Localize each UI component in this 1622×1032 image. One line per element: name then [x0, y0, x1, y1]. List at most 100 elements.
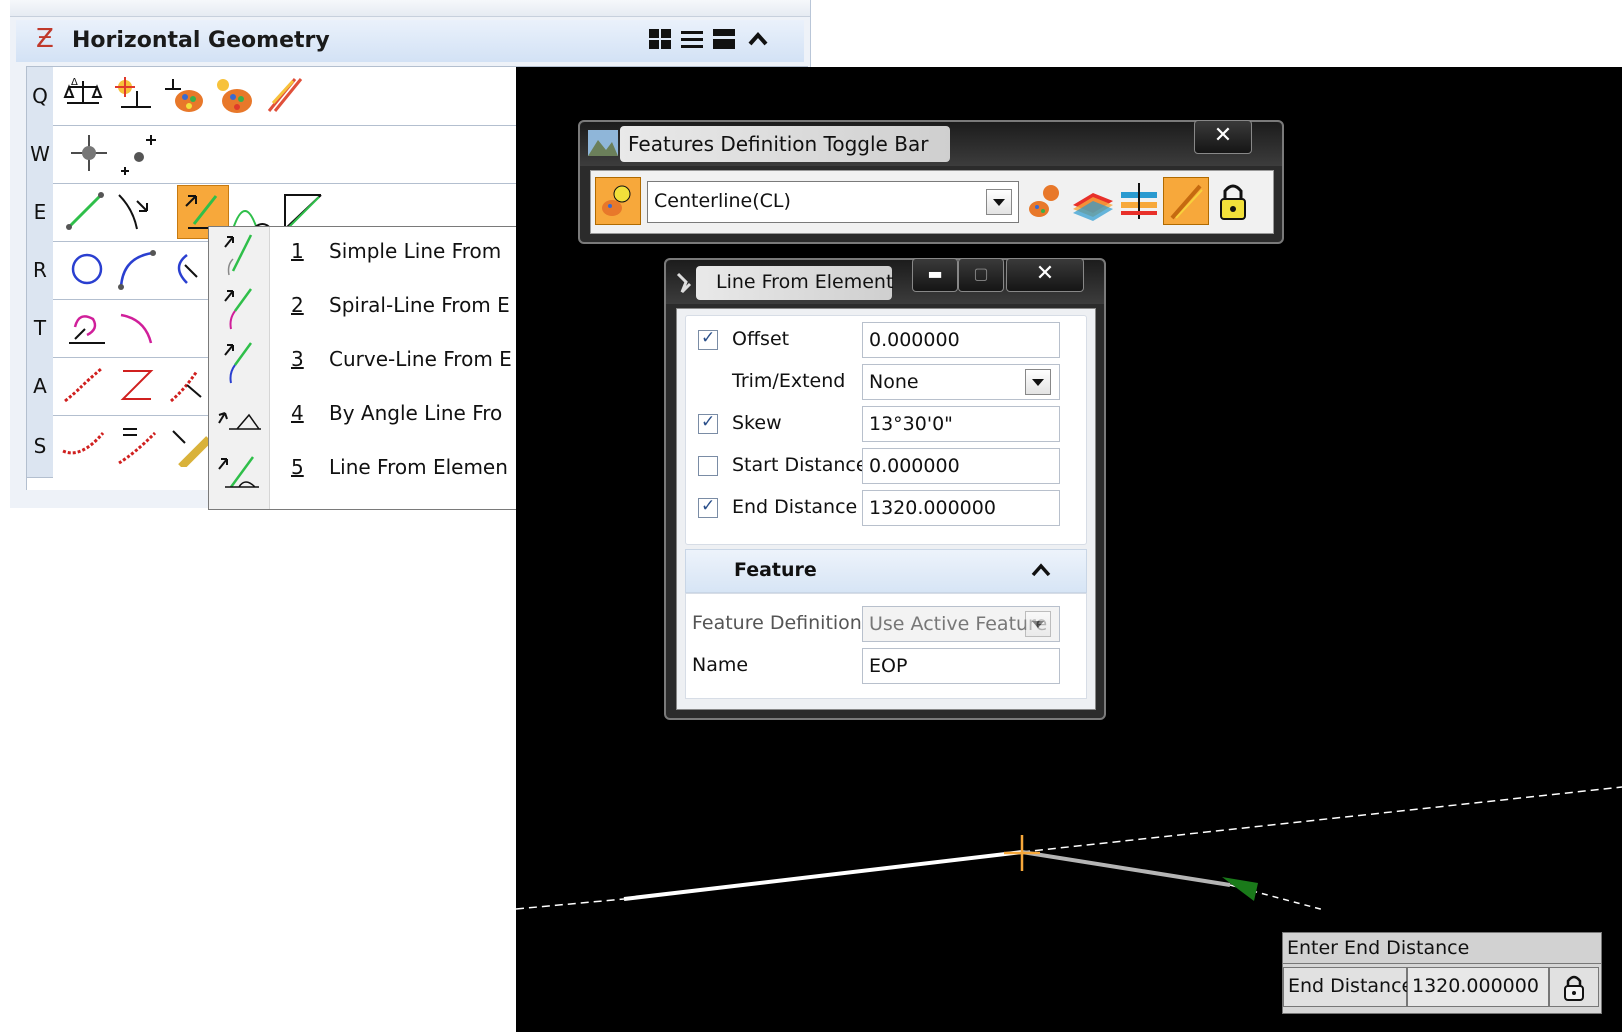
menu-item-spiral-line-from[interactable]: 2 Spiral-Line From E [269, 281, 529, 335]
name-input[interactable]: EOP [862, 648, 1060, 684]
menu-item-label: Curve-Line From E [329, 347, 512, 371]
complex-arrow-icon[interactable] [167, 363, 211, 407]
feature-section-title: Feature [734, 559, 817, 581]
feature-definition-select[interactable]: Centerline(CL) [647, 181, 1019, 223]
ruler-icon[interactable] [167, 423, 211, 467]
panel-title: Horizontal Geometry [72, 28, 330, 53]
z-complex-icon[interactable] [115, 363, 159, 407]
param-label: End Distance [732, 496, 858, 518]
row-letter-a: A [27, 357, 53, 416]
menu-item-number: 2 [291, 293, 304, 317]
prompt-header: Enter End Distance [1283, 933, 1601, 964]
prompt-title: Enter End Distance [1287, 937, 1470, 959]
param-row-start-distance: Start Distance 0.000000 [686, 446, 1086, 486]
skew-input[interactable]: 13°30'0" [862, 406, 1060, 442]
list-view-icon[interactable] [680, 28, 704, 50]
end-distance-input[interactable]: 1320.000000 [862, 490, 1060, 526]
complex-sweep-icon[interactable] [61, 423, 105, 467]
menu-item-curve-line-from[interactable]: 3 Curve-Line From E [269, 335, 529, 389]
offset-checkbox[interactable] [698, 328, 718, 350]
circle-icon[interactable] [65, 247, 109, 291]
by-angle-line-icon [218, 412, 261, 430]
name-label: Name [692, 654, 749, 676]
corridor-icon[interactable] [1117, 179, 1161, 223]
balance-palette-icon[interactable] [161, 73, 205, 117]
balance-scale-star-icon[interactable] [111, 73, 155, 117]
simple-line-from-icon [224, 234, 253, 276]
collapse-up-icon[interactable] [1030, 560, 1052, 580]
point-plus-icon[interactable] [117, 131, 161, 175]
param-row-skew: Skew 13°30'0" [686, 404, 1086, 444]
menu-item-label: Line From Elemen [329, 455, 508, 479]
line-icon[interactable] [63, 189, 107, 233]
lock-icon[interactable] [1215, 179, 1251, 223]
dashed-extension-left [516, 898, 625, 910]
offset-value: 0.000000 [869, 329, 960, 351]
curve-line-from-icon [224, 342, 253, 384]
trim-extend-value: None [869, 371, 919, 393]
feature-palette-icon[interactable] [1025, 181, 1065, 223]
menu-item-label: By Angle Line Fro [329, 401, 503, 425]
chevron-down-icon[interactable] [1025, 369, 1051, 395]
spiral-icon[interactable] [65, 305, 109, 349]
param-label: Start Distance [732, 454, 868, 476]
line-arrow-icon[interactable] [113, 189, 157, 233]
lock-icon [1564, 975, 1584, 1001]
close-button[interactable]: ✕ [1194, 120, 1252, 154]
menu-item-label: Spiral-Line From E [329, 293, 510, 317]
skew-value: 13°30'0" [869, 413, 953, 435]
palette-star-icon[interactable] [211, 73, 255, 117]
point-cross-icon[interactable] [67, 131, 111, 175]
feature-bulb-button[interactable] [595, 177, 641, 225]
offset-input[interactable]: 0.000000 [862, 322, 1060, 358]
end-distance-value: 1320.000000 [869, 497, 996, 519]
start-distance-input[interactable]: 0.000000 [862, 448, 1060, 484]
block-view-icon[interactable] [712, 28, 736, 50]
row-letter-w: W [27, 125, 53, 184]
menu-item-simple-line-from[interactable]: 1 Simple Line From [269, 227, 529, 281]
close-button[interactable]: ✕ [1006, 258, 1084, 292]
row-letter-r: R [27, 241, 53, 300]
pencil-active-button[interactable] [1163, 177, 1209, 225]
complex-red-icon[interactable] [61, 363, 105, 407]
element-line [623, 850, 1023, 901]
dialog-title-bar[interactable]: Line From Element ▬ ▢ ✕ [666, 258, 1104, 304]
feature-section-header[interactable]: Feature [685, 549, 1087, 593]
arc-icon[interactable] [115, 247, 159, 291]
feature-definition-value: Use Active Feature [869, 613, 1048, 635]
menu-item-number: 4 [291, 401, 304, 425]
panel-title-bar[interactable]: Ƶ Horizontal Geometry [16, 20, 804, 62]
menu-item-by-angle-line[interactable]: 4 By Angle Line Fro [269, 389, 529, 443]
toggle-bar-title-bar[interactable]: Features Definition Toggle Bar ✕ [580, 120, 1282, 166]
chevron-down-icon[interactable] [986, 189, 1012, 215]
maximize-button[interactable]: ▢ [958, 258, 1004, 292]
prompt-row: End Distance 1320.000000 [1283, 965, 1601, 1011]
trim-extend-select[interactable]: None [862, 364, 1060, 400]
prompt-lock-button[interactable] [1549, 967, 1599, 1007]
collapse-up-icon[interactable] [746, 28, 770, 50]
balance-scale-icon[interactable]: Δ [61, 73, 105, 117]
minimize-button[interactable]: ▬ [912, 258, 958, 292]
param-row-end-distance: End Distance 1320.000000 [686, 488, 1086, 528]
curve-magenta-icon[interactable] [115, 305, 159, 349]
pencil-ribbon-icon[interactable] [261, 73, 305, 117]
menu-item-number: 1 [291, 239, 304, 263]
param-row-trim-extend: Trim/Extend None [686, 362, 1086, 402]
z-geometry-icon: Ƶ [36, 24, 54, 54]
toggle-bar-content: Centerline(CL) [590, 170, 1274, 234]
menu-item-label: Simple Line From [329, 239, 502, 263]
grid-view-icon[interactable] [648, 28, 672, 50]
line-from-element-dialog: Line From Element ▬ ▢ ✕ Offset 0.000000 … [664, 258, 1106, 720]
equal-complex-icon[interactable] [115, 423, 159, 467]
start-distance-checkbox[interactable] [698, 456, 718, 476]
distance-prompt: Enter End Distance End Distance 1320.000… [1282, 932, 1602, 1014]
param-label: Skew [732, 412, 782, 434]
end-distance-checkbox[interactable] [698, 496, 718, 518]
prompt-value-input[interactable]: 1320.000000 [1407, 967, 1549, 1007]
direction-arrow-icon [1222, 877, 1258, 901]
arc-arrow-icon[interactable] [167, 247, 211, 291]
terrain-icon[interactable] [1071, 179, 1115, 223]
menu-item-line-from-element[interactable]: 5 Line From Elemen [269, 443, 529, 497]
row-letter-t: T [27, 299, 53, 358]
skew-checkbox[interactable] [698, 412, 718, 434]
